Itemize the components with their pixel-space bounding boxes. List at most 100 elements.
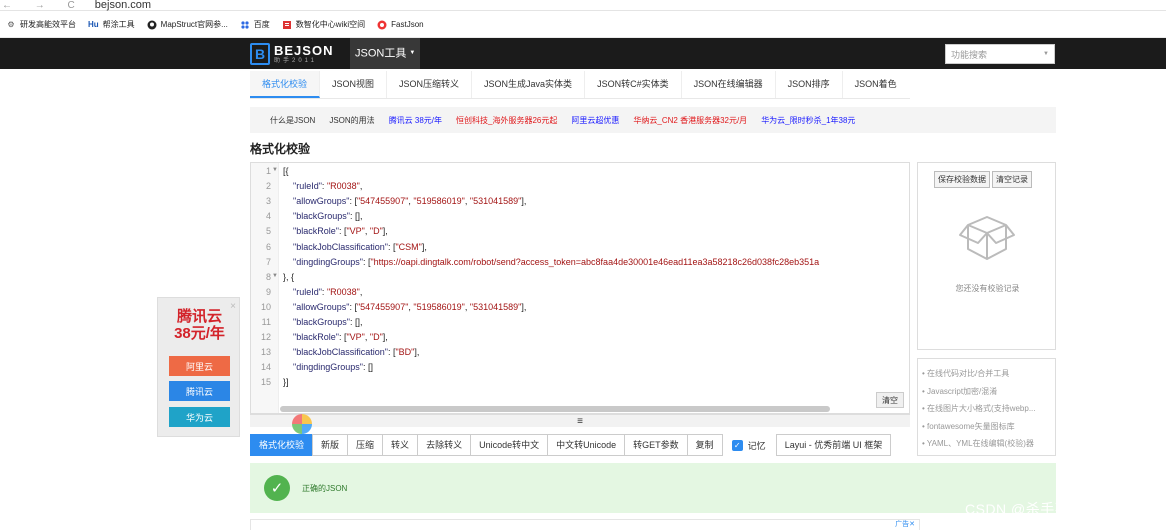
compress-button[interactable]: 压缩 [347, 434, 384, 456]
json-punct: ], [521, 301, 527, 312]
tab-json-sort[interactable]: JSON排序 [776, 71, 843, 98]
layui-link-button[interactable]: Layui - 优秀前端 UI 框架 [775, 434, 892, 456]
tab-json-to-java[interactable]: JSON生成Java实体类 [472, 71, 586, 98]
code-line: "blackRole": ["VP", "D"], [283, 226, 388, 236]
ad-huawei-button[interactable]: 华为云 [169, 407, 230, 427]
validation-result: ✓ 正确的JSON [250, 463, 1056, 513]
copy-button[interactable]: 复制 [686, 434, 723, 456]
to-get-params-button[interactable]: 转GET参数 [624, 434, 688, 456]
code-line: "allowGroups": ["547455907", "519586019"… [283, 302, 526, 312]
json-punct: [{ [283, 166, 289, 176]
logo-subtitle: 助手2011 [274, 57, 317, 64]
caret-down-icon: ▼ [409, 50, 416, 56]
tool-link[interactable]: • Javascript加密/混淆 [922, 383, 1051, 401]
json-punct [283, 332, 293, 342]
bookmarks-bar: ⚙ 研发高能效平台 Hu 帮涂工具 MapStruct官网参... 百度 数智化… [0, 12, 1166, 38]
tab-json-color[interactable]: JSON着色 [843, 71, 909, 98]
tool-link[interactable]: • YAML、YML在线编辑(校验)器 [922, 435, 1051, 453]
bookmark-item[interactable]: Hu 帮涂工具 [88, 19, 135, 30]
json-string: "VP" [346, 226, 365, 237]
ad-title: 腾讯云 38元/年 [158, 308, 241, 342]
tab-json-view[interactable]: JSON视图 [320, 71, 388, 98]
escape-button[interactable]: 转义 [382, 434, 419, 456]
json-punct [283, 181, 293, 191]
bookmark-label: 帮涂工具 [102, 20, 135, 29]
json-string: "531041589" [469, 301, 522, 312]
json-key: "blackGroups" [293, 211, 350, 222]
json-key: "dingdingGroups" [293, 362, 363, 373]
fold-toggle-icon[interactable]: ▼ [272, 273, 278, 279]
fold-toggle-icon[interactable]: ▼ [272, 167, 278, 173]
bookmark-item[interactable]: ⚙ 研发高能效平台 [6, 19, 76, 30]
json-punct: ], [382, 332, 388, 343]
bookmark-label: FastJson [391, 20, 424, 29]
remember-checkbox[interactable]: ✓ [731, 439, 743, 451]
json-key: "ruleId" [293, 181, 322, 192]
tool-tabs: 格式化校验 JSON视图 JSON压缩转义 JSON生成Java实体类 JSON… [250, 71, 910, 99]
json-string: "D" [369, 226, 383, 237]
bookmark-item[interactable]: FastJson [377, 20, 424, 30]
ad-aliyun-button[interactable]: 阿里云 [169, 356, 230, 376]
logo-mark: B [250, 43, 270, 65]
new-version-button[interactable]: 新版 [312, 434, 349, 456]
json-punct: : [], [349, 211, 363, 222]
bookmark-item[interactable]: 百度 [240, 19, 270, 30]
tool-link[interactable]: • 在线代码对比/合并工具 [922, 365, 1051, 383]
promo-link[interactable]: 华为云_限时秒杀_1年38元 [761, 115, 855, 126]
promo-link[interactable]: 阿里云超优惠 [571, 115, 619, 126]
json-punct: }] [283, 377, 289, 388]
line-number: 5 [265, 226, 271, 237]
tab-json-editor[interactable]: JSON在线编辑器 [682, 71, 776, 98]
promo-link[interactable]: 腾讯云 38元/年 [389, 115, 442, 126]
json-punct [283, 226, 293, 236]
site-logo[interactable]: B BEJSON 助手2011 [250, 41, 336, 67]
promo-link[interactable]: 华纳云_CN2 香港服务器32元/月 [633, 115, 747, 126]
promo-link[interactable]: JSON的用法 [329, 115, 374, 126]
bookmark-item[interactable]: 数智化中心wiki空间 [282, 19, 365, 30]
menu-item-json-tools[interactable]: JSON工具 ▼ [350, 38, 421, 69]
json-punct [283, 347, 293, 357]
floating-assistant-icon[interactable] [292, 414, 312, 434]
line-number: 11 [261, 317, 271, 327]
editor-resize-handle[interactable]: ≡ [250, 414, 910, 427]
tab-json-to-csharp[interactable]: JSON转C#实体类 [585, 71, 682, 98]
json-punct: ], [382, 226, 388, 237]
line-number: 4 [265, 211, 271, 222]
tool-link[interactable]: • 在线图片大小格式(支持webp... [922, 400, 1051, 418]
save-history-button[interactable]: 保存校验数据 [934, 171, 990, 188]
line-number: 9 [265, 286, 271, 297]
unicode-to-chinese-button[interactable]: Unicode转中文 [470, 434, 549, 456]
promo-link[interactable]: 恒创科技_海外服务器26元起 [456, 115, 557, 126]
function-search-select[interactable]: 功能搜索 ▼ [945, 44, 1055, 64]
code-line: }, { [283, 272, 294, 282]
clear-history-button[interactable]: 清空记录 [992, 171, 1032, 188]
bottom-ad-bar[interactable]: 广告✕ [250, 519, 920, 530]
json-editor[interactable]: 1 ▼[{2 "ruleId": "R0038", 3 "allowGroups":… [250, 162, 910, 414]
unescape-button[interactable]: 去除转义 [417, 434, 472, 456]
json-punct: : [], [349, 317, 363, 327]
browser-nav-buttons[interactable]: ← → C [2, 0, 85, 10]
ad-tencent-button[interactable]: 腾讯云 [169, 381, 230, 401]
line-number: 6 [265, 241, 271, 252]
format-validate-button[interactable]: 格式化校验 [250, 434, 314, 456]
menu-label: JSON工具 [355, 47, 407, 60]
promo-links-bar: 什么是JSON JSON的用法 腾讯云 38元/年 恒创科技_海外服务器26元起 阿里云… [250, 107, 1056, 133]
main-menu: JSON工具 ▼ [350, 38, 421, 69]
tab-format-validate[interactable]: 格式化校验 [250, 71, 321, 98]
chinese-to-unicode-button[interactable]: 中文转Unicode [547, 434, 626, 456]
editor-horizontal-scrollbar[interactable] [280, 406, 830, 412]
browser-url[interactable]: bejson.com [95, 0, 151, 10]
tool-link[interactable]: • fontawesome矢量图标库 [922, 418, 1051, 436]
bookmark-item[interactable]: MapStruct官网参... [147, 19, 228, 30]
code-line: }] [283, 377, 289, 387]
promo-link[interactable]: 什么是JSON [270, 115, 315, 126]
editor-clear-button[interactable]: 清空 [876, 392, 904, 408]
browser-url-bar: ← → C bejson.com [0, 0, 1166, 11]
side-ad[interactable]: × 腾讯云 38元/年 阿里云 腾讯云 华为云 [157, 297, 240, 437]
check-icon: ✓ [264, 475, 290, 501]
line-number: 12 [260, 332, 271, 343]
json-key: "blackRole" [293, 332, 339, 343]
line-number: 10 [260, 301, 271, 312]
history-panel: 保存校验数据 清空记录 您还没有校验记录 [917, 162, 1056, 350]
tab-json-compress[interactable]: JSON压缩转义 [387, 71, 473, 98]
